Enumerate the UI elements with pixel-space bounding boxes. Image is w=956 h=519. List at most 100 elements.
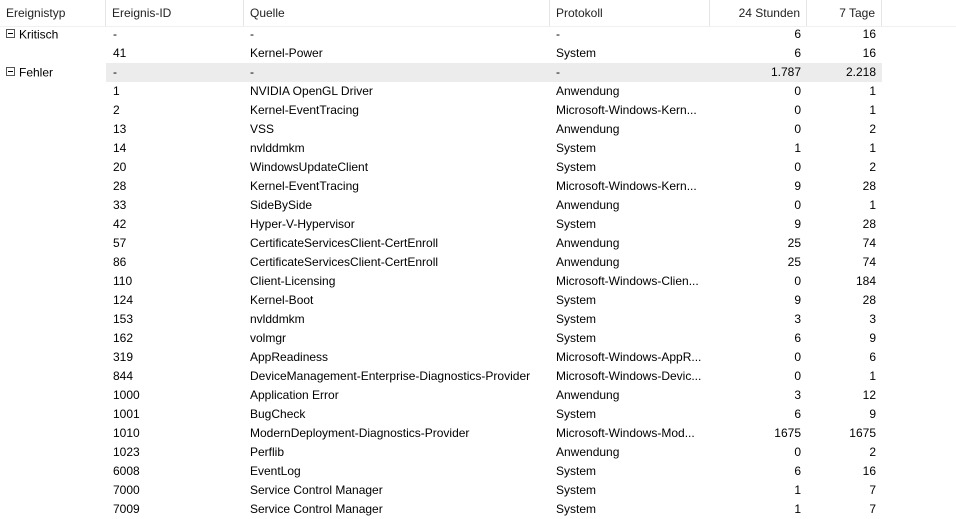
cell-ereignistyp bbox=[6, 481, 104, 500]
cell-quelle: - bbox=[250, 65, 254, 79]
cell-ereignis-id: 2 bbox=[113, 103, 120, 117]
cell-quelle: CertificateServicesClient-CertEnroll bbox=[250, 255, 439, 269]
table-row[interactable]: 1 NVIDIA OpenGL Driver Anwendung 0 1 bbox=[0, 82, 956, 101]
table-row[interactable]: 14 nvlddmkm System 1 1 bbox=[0, 139, 956, 158]
cell-7-tage: 7 bbox=[869, 502, 876, 516]
cell-ereignis-id: 162 bbox=[113, 331, 134, 345]
cell-7-tage: 2 bbox=[869, 160, 876, 174]
collapse-minus-icon[interactable] bbox=[6, 29, 15, 39]
cell-24-stunden: 9 bbox=[794, 293, 801, 307]
cell-24-stunden: 6 bbox=[794, 46, 801, 60]
cell-24-stunden: 0 bbox=[794, 350, 801, 364]
cell-24-stunden: 25 bbox=[787, 255, 801, 269]
cell-protokoll: System bbox=[556, 464, 597, 478]
cell-quelle: Kernel-EventTracing bbox=[250, 103, 359, 117]
column-header-7-tage[interactable]: 7 Tage bbox=[807, 0, 882, 26]
cell-protokoll: Microsoft-Windows-Kern... bbox=[556, 103, 697, 117]
cell-7-tage: 9 bbox=[869, 331, 876, 345]
cell-ereignistyp bbox=[6, 101, 104, 120]
cell-ereignistyp bbox=[6, 234, 104, 253]
cell-24-stunden: 0 bbox=[794, 198, 801, 212]
cell-ereignis-id: 1 bbox=[113, 84, 120, 98]
table-row[interactable]: 153 nvlddmkm System 3 3 bbox=[0, 310, 956, 329]
cell-quelle: BugCheck bbox=[250, 407, 306, 421]
table-body: Kritisch - - -6 16 41 Kernel-Power System 6 16 Feh… bbox=[0, 25, 956, 519]
table-row[interactable]: 28 Kernel-EventTracing Microsoft-Windows-K… bbox=[0, 177, 956, 196]
table-row[interactable]: 20 WindowsUpdateClient System 0 2 bbox=[0, 158, 956, 177]
table-row[interactable]: 6008 EventLog System 6 16 bbox=[0, 462, 956, 481]
cell-quelle: Kernel-Power bbox=[250, 46, 323, 60]
cell-ereignistyp[interactable]: Fehler bbox=[6, 63, 104, 82]
cell-ereignistyp bbox=[6, 253, 104, 272]
table-row[interactable]: 2 Kernel-EventTracing Microsoft-Windows-Ke… bbox=[0, 101, 956, 120]
cell-7-tage: 1 bbox=[869, 84, 876, 98]
cell-quelle: SideBySide bbox=[250, 198, 313, 212]
table-row[interactable]: 1001 BugCheck System 6 9 bbox=[0, 405, 956, 424]
cell-protokoll: System bbox=[556, 483, 597, 497]
table-row[interactable]: 42 Hyper-V-Hypervisor System 9 28 bbox=[0, 215, 956, 234]
collapse-minus-icon[interactable] bbox=[6, 67, 15, 77]
column-header-ereignis-id[interactable]: Ereignis-ID bbox=[106, 0, 244, 26]
group-row[interactable]: Kritisch - - - 6 16 bbox=[0, 25, 956, 44]
cell-ereignis-id: 7009 bbox=[113, 502, 140, 516]
cell-quelle: NVIDIA OpenGL Driver bbox=[250, 84, 373, 98]
cell-ereignis-id: 28 bbox=[113, 179, 127, 193]
column-header-quelle[interactable]: Quelle bbox=[244, 0, 550, 26]
table-row[interactable]: 124 Kernel-Boot System 9 28 bbox=[0, 291, 956, 310]
cell-protokoll: Microsoft-Windows-Kern... bbox=[556, 179, 697, 193]
cell-24-stunden: 0 bbox=[794, 160, 801, 174]
cell-protokoll: Microsoft-Windows-Mod... bbox=[556, 426, 695, 440]
cell-ereignistyp bbox=[6, 196, 104, 215]
cell-24-stunden: 0 bbox=[794, 369, 801, 383]
cell-protokoll: Anwendung bbox=[556, 84, 620, 98]
table-row[interactable]: 7009 Service Control Manager System 1 7 bbox=[0, 500, 956, 519]
group-label: Kritisch bbox=[19, 27, 59, 42]
cell-quelle: VSS bbox=[250, 122, 275, 136]
cell-24-stunden: 1675 bbox=[774, 426, 801, 440]
cell-protokoll: System bbox=[556, 217, 597, 231]
cell-7-tage: 2 bbox=[869, 445, 876, 459]
cell-24-stunden: 0 bbox=[794, 274, 801, 288]
table-row[interactable]: 33 SideBySide Anwendung 0 1 bbox=[0, 196, 956, 215]
cell-ereignistyp[interactable]: Kritisch bbox=[6, 25, 104, 44]
cell-ereignistyp bbox=[6, 500, 104, 519]
table-row[interactable]: 319 AppReadiness Microsoft-Windows-AppR...… bbox=[0, 348, 956, 367]
table-row[interactable]: 844 DeviceManagement-Enterprise-Diagnosti… bbox=[0, 367, 956, 386]
cell-ereignis-id: 1001 bbox=[113, 407, 140, 421]
cell-ereignis-id: 844 bbox=[113, 369, 134, 383]
cell-quelle: EventLog bbox=[250, 464, 301, 478]
cell-ereignistyp bbox=[6, 367, 104, 386]
table-row[interactable]: 7000 Service Control Manager System 1 7 bbox=[0, 481, 956, 500]
cell-7-tage: 7 bbox=[869, 483, 876, 497]
column-header-ereignistyp[interactable]: Ereignistyp bbox=[0, 0, 106, 26]
cell-24-stunden: 1 bbox=[794, 141, 801, 155]
table-row[interactable]: 57 CertificateServicesClient-CertEnroll An… bbox=[0, 234, 956, 253]
table-row[interactable]: 1010 ModernDeployment-Diagnostics-Provide… bbox=[0, 424, 956, 443]
cell-ereignis-id: 14 bbox=[113, 141, 127, 155]
table-row[interactable]: 86 CertificateServicesClient-CertEnroll An… bbox=[0, 253, 956, 272]
event-summary-table: Ereignistyp Ereignis-ID Quelle Protokoll… bbox=[0, 0, 956, 516]
cell-protokoll: System bbox=[556, 141, 597, 155]
cell-quelle: ModernDeployment-Diagnostics-Provider bbox=[250, 426, 470, 440]
cell-ereignis-id: 7000 bbox=[113, 483, 140, 497]
table-row[interactable]: 162 volmgr System 6 9 bbox=[0, 329, 956, 348]
cell-7-tage: 6 bbox=[869, 350, 876, 364]
table-row[interactable]: 110 Client-Licensing Microsoft-Windows-Cli… bbox=[0, 272, 956, 291]
cell-protokoll: System bbox=[556, 160, 597, 174]
cell-protokoll: Anwendung bbox=[556, 122, 620, 136]
cell-quelle: Service Control Manager bbox=[250, 502, 383, 516]
cell-quelle: Application Error bbox=[250, 388, 339, 402]
table-row[interactable]: 41 Kernel-Power System 6 16 bbox=[0, 44, 956, 63]
group-row[interactable]: Fehler - - - 1.787 2.218 bbox=[0, 63, 956, 82]
column-header-protokoll[interactable]: Protokoll bbox=[550, 0, 710, 26]
table-row[interactable]: 13 VSS Anwendung 0 2 bbox=[0, 120, 956, 139]
cell-24-stunden: 3 bbox=[794, 388, 801, 402]
cell-24-stunden: 0 bbox=[794, 84, 801, 98]
cell-quelle: Perflib bbox=[250, 445, 285, 459]
table-row[interactable]: 1000 Application Error Anwendung 3 12 bbox=[0, 386, 956, 405]
cell-ereignis-id: 110 bbox=[113, 274, 133, 288]
cell-protokoll: - bbox=[556, 27, 560, 41]
cell-ereignistyp bbox=[6, 177, 104, 196]
column-header-24-stunden[interactable]: 24 Stunden bbox=[710, 0, 807, 26]
table-row[interactable]: 1023 Perflib Anwendung 0 2 bbox=[0, 443, 956, 462]
